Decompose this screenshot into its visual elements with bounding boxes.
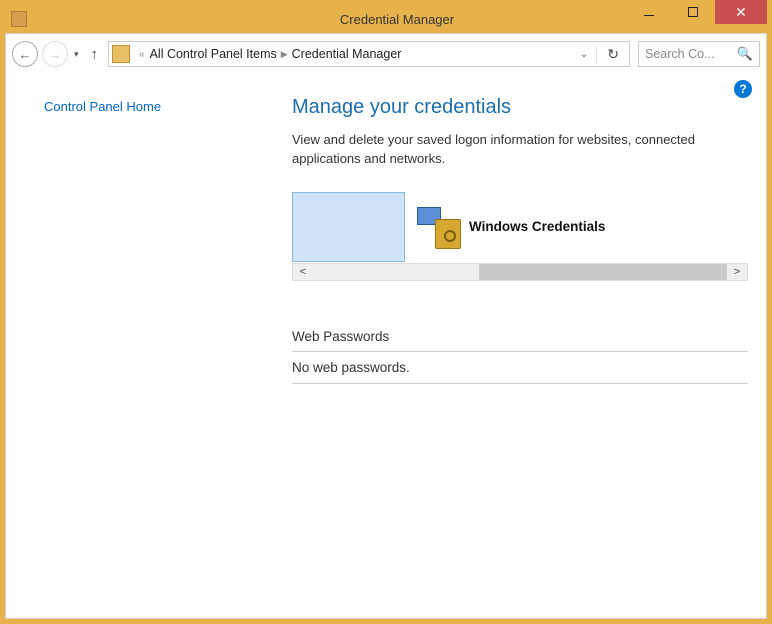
- address-dropdown[interactable]: ⌄: [572, 49, 596, 60]
- titlebar: Credential Manager ✕: [5, 5, 767, 33]
- back-button[interactable]: ←: [12, 41, 38, 67]
- breadcrumb-chevron-icon: «: [139, 49, 145, 60]
- navbar: ← → ▾ ↑ « All Control Panel Items ▶ Cred…: [6, 34, 766, 74]
- breadcrumb-separator-icon: ▶: [281, 49, 288, 60]
- scroll-thumb[interactable]: [479, 264, 727, 280]
- window-controls: ✕: [627, 0, 767, 24]
- credential-tiles: Windows Credentials: [292, 191, 748, 263]
- minimize-button[interactable]: [627, 0, 671, 24]
- scroll-right-icon[interactable]: >: [727, 266, 747, 278]
- windows-credentials-tile[interactable]: Windows Credentials: [417, 192, 605, 262]
- tiles-scrollbar[interactable]: < >: [292, 263, 748, 281]
- web-credentials-tile[interactable]: [292, 192, 405, 262]
- main-panel: Manage your credentials View and delete …: [286, 88, 766, 618]
- search-placeholder: Search Co...: [645, 47, 714, 61]
- up-button[interactable]: ↑: [85, 46, 105, 63]
- scroll-left-icon[interactable]: <: [293, 266, 313, 278]
- section-empty-row: No web passwords.: [292, 352, 748, 384]
- maximize-button[interactable]: [671, 0, 715, 24]
- refresh-button[interactable]: ↻: [596, 46, 629, 63]
- search-input[interactable]: Search Co... 🔍: [638, 41, 760, 67]
- app-icon: [11, 11, 27, 27]
- window: Credential Manager ✕ ← → ▾ ↑ « All Contr…: [5, 5, 767, 619]
- content: ? Control Panel Home Manage your credent…: [6, 74, 766, 618]
- breadcrumb-item[interactable]: Credential Manager: [292, 47, 402, 61]
- close-button[interactable]: ✕: [715, 0, 767, 24]
- sidebar: Control Panel Home: [6, 88, 286, 618]
- page-description: View and delete your saved logon informa…: [292, 131, 748, 169]
- help-icon[interactable]: ?: [734, 80, 752, 98]
- forward-button[interactable]: →: [42, 41, 68, 67]
- windows-credentials-label: Windows Credentials: [469, 219, 605, 234]
- section-header: Web Passwords: [292, 329, 748, 352]
- breadcrumb-item[interactable]: All Control Panel Items: [150, 47, 277, 61]
- scroll-track[interactable]: [313, 264, 727, 280]
- control-panel-home-link[interactable]: Control Panel Home: [44, 99, 161, 114]
- page-heading: Manage your credentials: [292, 96, 748, 119]
- search-icon: 🔍: [737, 46, 753, 62]
- web-passwords-section: Web Passwords No web passwords.: [292, 329, 748, 384]
- folder-icon: [112, 45, 130, 63]
- client-area: ← → ▾ ↑ « All Control Panel Items ▶ Cred…: [5, 33, 767, 619]
- address-bar[interactable]: « All Control Panel Items ▶ Credential M…: [108, 41, 630, 67]
- vault-icon: [417, 205, 461, 249]
- history-dropdown[interactable]: ▾: [72, 49, 81, 60]
